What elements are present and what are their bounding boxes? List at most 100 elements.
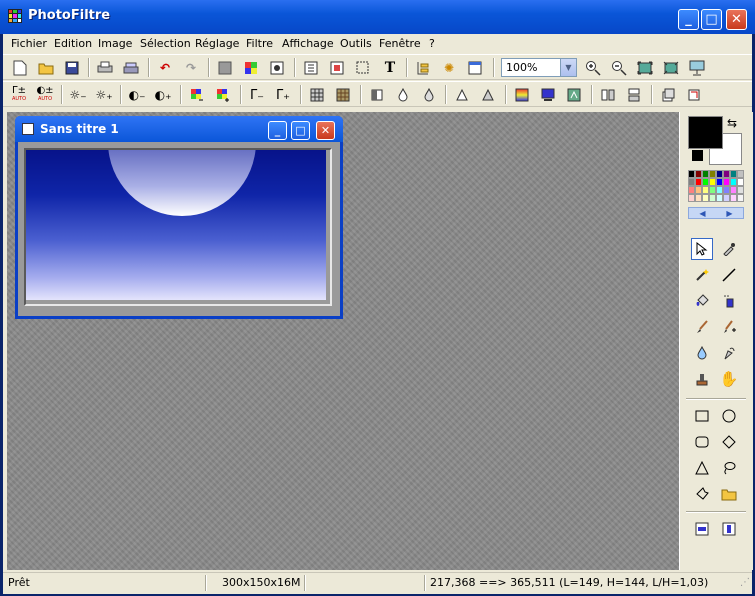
palette-swatch[interactable] [723,186,730,194]
workspace[interactable]: Sans titre 1 _ □ ✕ [7,112,679,570]
title-bar[interactable]: PhotoFiltre _ □ ✕ [0,0,755,34]
menu-edition[interactable]: Edition [54,37,92,50]
saturation-minus-icon[interactable] [187,85,207,105]
flip-v-icon[interactable] [624,85,644,105]
zoom-in-icon[interactable] [583,58,603,78]
gear-icon[interactable]: ✺ [439,58,459,78]
palette-swatch[interactable] [737,194,744,202]
polygon-lasso-icon[interactable] [691,483,713,505]
select-arrow-icon[interactable] [691,238,713,260]
spray-icon[interactable] [718,290,740,312]
doc-icon[interactable] [301,58,321,78]
menu-help[interactable]: ? [429,37,435,50]
palette-swatch[interactable] [730,170,737,178]
select-mode-b-icon[interactable] [718,518,740,540]
palette-swatch[interactable] [730,178,737,186]
smudge-icon[interactable] [718,342,740,364]
document-title-bar[interactable]: Sans titre 1 _ □ ✕ [15,116,343,142]
document-window[interactable]: Sans titre 1 _ □ ✕ [15,116,343,319]
gray-icon[interactable] [215,58,235,78]
menu-outils[interactable]: Outils [340,37,372,50]
levels-auto-icon[interactable]: Γ± AUTO [9,85,29,105]
line-icon[interactable] [718,264,740,286]
texture-icon[interactable] [333,85,353,105]
window-icon[interactable] [465,58,485,78]
fit-icon[interactable] [635,58,655,78]
palette-swatch[interactable] [723,194,730,202]
new-icon[interactable] [10,58,30,78]
palette-icon[interactable] [241,58,261,78]
full-size-icon[interactable] [661,58,681,78]
rotate-icon[interactable] [658,85,678,105]
undo-icon[interactable]: ↶ [155,58,175,78]
contrast-minus-icon[interactable]: ◐₋ [127,85,147,105]
close-button[interactable]: ✕ [726,9,747,30]
menu-reglage[interactable]: Réglage [195,37,239,50]
palette-swatch[interactable] [695,178,702,186]
menu-affichage[interactable]: Affichage [282,37,334,50]
triangle-icon[interactable] [452,85,472,105]
saturation-plus-icon[interactable] [213,85,233,105]
palette-swatch[interactable] [709,194,716,202]
maximize-button[interactable]: □ [701,9,722,30]
palette-swatch[interactable] [716,170,723,178]
rounded-rect-icon[interactable] [691,431,713,453]
brush-icon[interactable] [691,316,713,338]
palette-swatch[interactable] [695,170,702,178]
palette-swatch[interactable] [695,194,702,202]
blur-drop-icon[interactable] [691,342,713,364]
mask-icon[interactable] [267,58,287,78]
drop-outline-icon[interactable] [419,85,439,105]
chevron-down-icon[interactable]: ▼ [560,59,576,76]
stamp-icon[interactable] [691,368,713,390]
fill-bucket-icon[interactable] [691,290,713,312]
magic-wand-icon[interactable] [691,264,713,286]
menu-filtre[interactable]: Filtre [246,37,273,50]
default-colors-icon[interactable] [692,150,703,161]
grid-icon[interactable] [307,85,327,105]
palette-swatch[interactable] [702,186,709,194]
palette-swatch[interactable] [709,170,716,178]
brightness-minus-icon[interactable]: ☼₋ [68,85,88,105]
palette-swatch[interactable] [702,170,709,178]
contrast-auto-icon[interactable]: ◐± AUTO [35,85,55,105]
open-icon[interactable] [36,58,56,78]
diamond-icon[interactable] [718,431,740,453]
doc-minimize-button[interactable]: _ [268,121,287,140]
palette-swatch[interactable] [716,194,723,202]
text-icon[interactable]: T [380,58,400,78]
lasso-icon[interactable] [718,457,740,479]
menu-fenetre[interactable]: Fenêtre [379,37,421,50]
rainbow-icon[interactable] [538,85,558,105]
resize-grip-icon[interactable]: ⋰ [740,577,750,588]
swap-colors-icon[interactable]: ⇆ [727,116,737,130]
advanced-brush-icon[interactable] [718,316,740,338]
slideshow-icon[interactable] [687,58,707,78]
scan-icon[interactable] [121,58,141,78]
palette-swatch[interactable] [688,170,695,178]
effect-icon[interactable] [564,85,584,105]
palette-swatch[interactable] [695,186,702,194]
palette-swatch[interactable] [723,178,730,186]
ellipse-icon[interactable] [718,405,740,427]
palette-swatch[interactable] [688,178,695,186]
palette-swatch[interactable] [702,194,709,202]
selection-icon[interactable] [353,58,373,78]
palette-swatch[interactable] [716,186,723,194]
minimize-button[interactable]: _ [678,9,699,30]
doc-maximize-button[interactable]: □ [291,121,310,140]
browser-icon[interactable] [413,58,433,78]
gamma-minus-icon[interactable]: Γ₋ [247,85,267,105]
redo-icon[interactable]: ↷ [181,58,201,78]
menu-fichier[interactable]: Fichier [11,37,47,50]
rectangle-icon[interactable] [691,405,713,427]
palette-swatch[interactable] [737,186,744,194]
doc-close-button[interactable]: ✕ [316,121,335,140]
gradient-icon[interactable] [512,85,532,105]
image-canvas[interactable] [26,150,326,300]
palette-swatch[interactable] [688,186,695,194]
palette-swatch[interactable] [702,178,709,186]
palette-swatch[interactable] [737,170,744,178]
crop-icon[interactable] [684,85,704,105]
contrast-plus-icon[interactable]: ◐₊ [153,85,173,105]
